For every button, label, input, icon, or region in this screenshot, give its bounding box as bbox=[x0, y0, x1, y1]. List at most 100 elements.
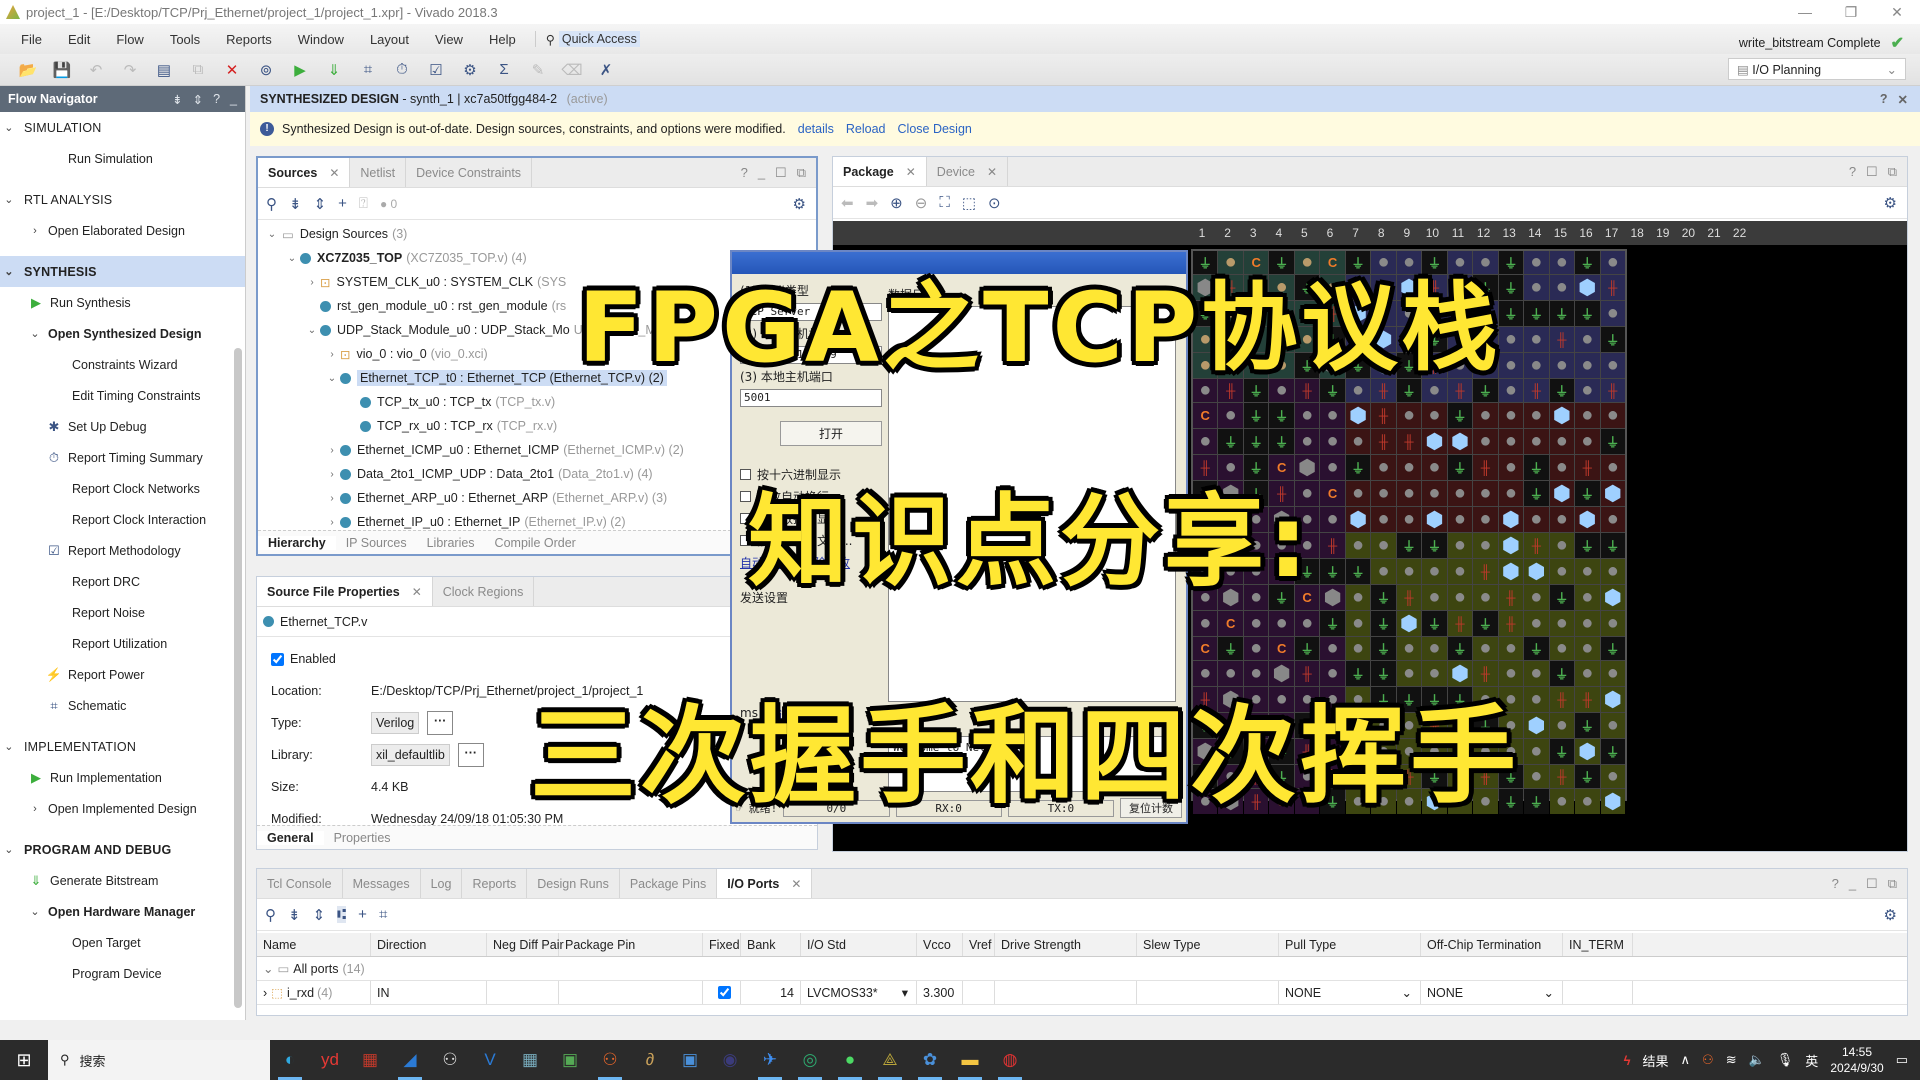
io-pin-icon[interactable]: ● bbox=[1269, 611, 1294, 636]
diff-pin-icon[interactable]: ⬢ bbox=[1345, 507, 1371, 532]
io-pin-icon[interactable]: ● bbox=[1600, 251, 1625, 274]
network-app-taskbar-icon[interactable]: ⚇ bbox=[430, 1040, 470, 1080]
app-yellow-taskbar-icon[interactable]: ⟁ bbox=[870, 1040, 910, 1080]
power-pin-icon[interactable]: ╫ bbox=[1396, 585, 1422, 610]
menu-flow[interactable]: Flow bbox=[103, 32, 156, 47]
chevron-right-icon[interactable]: › bbox=[263, 986, 267, 1000]
cell-pull[interactable]: NONE ⌄ bbox=[1279, 981, 1421, 1004]
ground-pin-icon[interactable]: ⏚ bbox=[1447, 455, 1473, 480]
group-row[interactable]: ⌄ ▭ All ports (14) bbox=[257, 957, 1907, 981]
maximize-icon[interactable]: ☐ bbox=[775, 165, 787, 181]
io-pin-icon[interactable]: ● bbox=[1193, 429, 1218, 454]
power-pin-icon[interactable]: ╫ bbox=[1498, 585, 1524, 610]
power-pin-icon[interactable]: ╫ bbox=[1320, 533, 1345, 558]
io-pin-icon[interactable]: ● bbox=[1193, 611, 1218, 636]
flow-section-implementation[interactable]: ⌄ IMPLEMENTATION bbox=[0, 731, 245, 762]
io-pin-icon[interactable]: ● bbox=[1549, 713, 1575, 738]
io-pin-icon[interactable]: ● bbox=[1345, 585, 1371, 610]
tab-tcl-console[interactable]: Tcl Console bbox=[257, 869, 343, 898]
io-pin-icon[interactable]: ● bbox=[1396, 559, 1422, 584]
help-icon[interactable]: ? bbox=[741, 165, 748, 180]
diff-pin-icon[interactable]: ⬢ bbox=[1498, 507, 1524, 532]
config-pin-icon[interactable]: C bbox=[1193, 403, 1218, 428]
float-icon[interactable]: ⧉ bbox=[1888, 876, 1897, 892]
io-pin-icon[interactable]: ● bbox=[1575, 637, 1600, 660]
ground-pin-icon[interactable]: ⏚ bbox=[1549, 379, 1575, 402]
volume-icon[interactable]: 🔈 bbox=[1749, 1052, 1765, 1068]
cell-iostd[interactable]: LVCMOS33* ▾ bbox=[801, 981, 917, 1004]
diff-pin-icon[interactable]: ⬢ bbox=[1345, 403, 1371, 428]
ground-pin-icon[interactable]: ⏚ bbox=[1600, 429, 1625, 454]
close-icon[interactable]: ✕ bbox=[1898, 92, 1908, 107]
tab-package-pins[interactable]: Package Pins bbox=[620, 869, 718, 898]
diff-pin-icon[interactable]: ⬢ bbox=[1549, 403, 1575, 428]
io-pin-icon[interactable]: ● bbox=[1600, 611, 1625, 636]
io-pin-icon[interactable]: ● bbox=[1524, 585, 1549, 610]
ground-pin-icon[interactable]: ⏚ bbox=[1600, 637, 1625, 660]
ground-pin-icon[interactable]: ⏚ bbox=[1575, 301, 1600, 326]
enabled-checkbox[interactable] bbox=[271, 652, 284, 666]
io-pin-icon[interactable]: ● bbox=[1396, 507, 1422, 532]
schematic-icon[interactable]: ⌗ bbox=[379, 906, 387, 923]
chevron-right-icon[interactable]: › bbox=[324, 517, 340, 528]
redo-icon[interactable]: ↷ bbox=[118, 59, 142, 81]
result-label[interactable]: 结果 bbox=[1643, 1051, 1669, 1070]
ground-pin-icon[interactable]: ⏚ bbox=[1371, 611, 1396, 636]
report-icon[interactable]: ▤ bbox=[152, 59, 176, 81]
property-value[interactable]: xil_defaultlib bbox=[371, 744, 450, 766]
io-pin-icon[interactable]: ● bbox=[1320, 637, 1345, 660]
power-pin-icon[interactable]: ╫ bbox=[1524, 379, 1549, 402]
add-icon[interactable]: + bbox=[338, 195, 347, 212]
save-icon[interactable]: 💾 bbox=[50, 59, 74, 81]
column-header[interactable]: IN_TERM bbox=[1563, 933, 1633, 956]
tab-messages[interactable]: Messages bbox=[343, 869, 421, 898]
column-header[interactable]: Off-Chip Termination bbox=[1421, 933, 1563, 956]
cancel-icon[interactable]: ✕ bbox=[220, 59, 244, 81]
io-pin-icon[interactable]: ● bbox=[1575, 327, 1600, 352]
io-pin-icon[interactable]: ● bbox=[1422, 637, 1447, 660]
power-pin-icon[interactable]: ╫ bbox=[1549, 765, 1575, 788]
io-pin-icon[interactable]: ● bbox=[1396, 481, 1422, 506]
flow-item-program-device[interactable]: Program Device bbox=[0, 958, 245, 989]
wireshark-taskbar-icon[interactable]: ◢ bbox=[390, 1040, 430, 1080]
io-pin-icon[interactable]: ● bbox=[1600, 559, 1625, 584]
ground-pin-icon[interactable]: ⏚ bbox=[1422, 611, 1447, 636]
flow-item-report-timing-summary[interactable]: ⏱ Report Timing Summary bbox=[0, 442, 245, 473]
sigma-icon[interactable]: Σ bbox=[492, 59, 516, 81]
flow-item-report-utilization[interactable]: Report Utilization bbox=[0, 628, 245, 659]
microphone-icon[interactable]: 🎙 bbox=[1777, 1052, 1794, 1068]
wifi-icon[interactable]: ≋ bbox=[1726, 1052, 1737, 1068]
ground-pin-icon[interactable]: ⏚ bbox=[1575, 481, 1600, 506]
details-link[interactable]: details bbox=[798, 122, 834, 136]
select-area-icon[interactable]: ⬚ bbox=[962, 194, 976, 212]
diff-pin-icon[interactable]: ⬢ bbox=[1524, 713, 1549, 738]
config-pin-icon[interactable]: C bbox=[1218, 611, 1243, 636]
diff-pin-icon[interactable]: ⬢ bbox=[1447, 429, 1473, 454]
diff-pin-icon[interactable]: ⬢ bbox=[1600, 481, 1625, 506]
io-pin-icon[interactable]: ● bbox=[1371, 507, 1396, 532]
edge-taskbar-icon[interactable]: ◐ bbox=[270, 1040, 310, 1080]
io-pin-icon[interactable]: ● bbox=[1422, 403, 1447, 428]
close-icon[interactable]: ✕ bbox=[791, 877, 801, 891]
flow-navigator-scrollbar[interactable] bbox=[234, 348, 242, 1008]
ground-pin-icon[interactable]: ⏚ bbox=[1524, 481, 1549, 506]
ground-pin-icon[interactable]: ⏚ bbox=[1320, 611, 1345, 636]
column-header[interactable]: Vref bbox=[963, 933, 995, 956]
maximize-icon[interactable]: ☐ bbox=[1866, 876, 1878, 892]
io-pin-icon[interactable]: ● bbox=[1473, 533, 1498, 558]
tab-source-file-properties[interactable]: Source File Properties ✕ bbox=[257, 577, 433, 606]
ground-pin-icon[interactable]: ⏚ bbox=[1549, 739, 1575, 764]
notification-icon[interactable]: ▭ bbox=[1896, 1052, 1908, 1068]
io-pin-icon[interactable]: ● bbox=[1575, 403, 1600, 428]
column-header[interactable]: Slew Type bbox=[1137, 933, 1279, 956]
obs-taskbar-icon[interactable]: ◍ bbox=[990, 1040, 1030, 1080]
forward-icon[interactable]: ➡ bbox=[866, 194, 879, 212]
io-pin-icon[interactable]: ● bbox=[1549, 507, 1575, 532]
io-pin-icon[interactable]: ● bbox=[1575, 379, 1600, 402]
gear-icon[interactable]: ⚙ bbox=[1884, 194, 1897, 212]
flow-item-report-drc[interactable]: Report DRC bbox=[0, 566, 245, 597]
ground-pin-icon[interactable]: ⏚ bbox=[1524, 637, 1549, 660]
settings-icon[interactable]: ⚙ bbox=[458, 59, 482, 81]
ground-pin-icon[interactable]: ⏚ bbox=[1575, 713, 1600, 738]
power-pin-icon[interactable]: ╫ bbox=[1575, 687, 1600, 712]
